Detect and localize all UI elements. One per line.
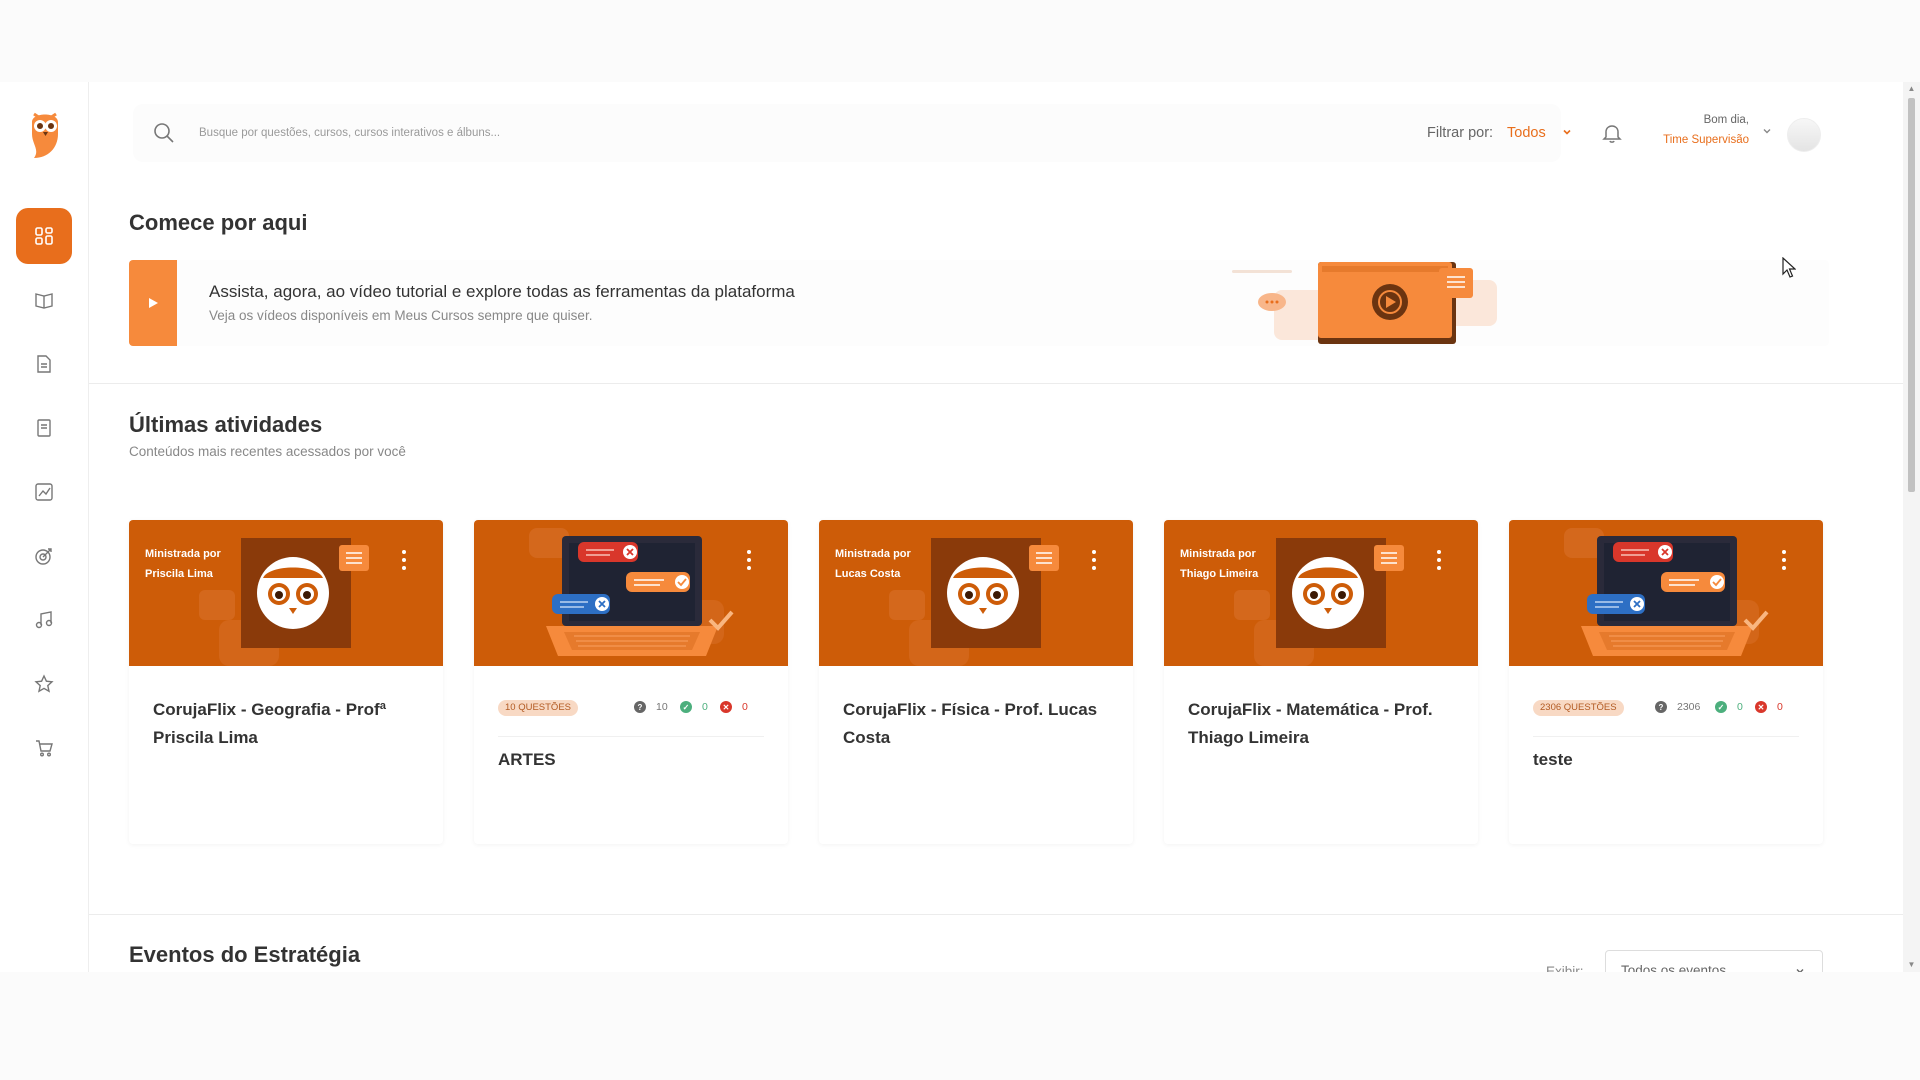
card-thumbnail: Ministrada por Lucas Costa bbox=[819, 520, 1133, 666]
section-title-activities: Últimas atividades bbox=[129, 412, 323, 437]
cart-icon bbox=[36, 740, 53, 757]
card-divider bbox=[498, 736, 764, 737]
chevron-down-icon bbox=[1796, 969, 1804, 972]
section-title-start: Comece por aqui bbox=[129, 210, 308, 235]
card-thumbnail bbox=[474, 520, 788, 666]
nav-dashboard[interactable] bbox=[16, 208, 72, 264]
app-window: Filtrar por: Todos Bom dia, Time Supervi… bbox=[0, 82, 1920, 972]
target-icon bbox=[35, 548, 52, 565]
filter-label: Filtrar por: bbox=[1427, 125, 1494, 141]
tutorial-subtitle: Veja os vídeos disponíveis em Meus Curso… bbox=[209, 308, 593, 323]
section-title-events: Eventos do Estratégia bbox=[129, 942, 361, 967]
stat-total: ? 2306 bbox=[1655, 701, 1700, 713]
question-icon: ? bbox=[634, 701, 646, 713]
bell-icon[interactable] bbox=[1601, 122, 1623, 144]
tutorial-banner[interactable]: Assista, agora, ao vídeo tutorial e expl… bbox=[129, 260, 1829, 346]
activity-card-course[interactable]: Ministrada por Lucas Costa CorujaFlix - … bbox=[819, 520, 1133, 844]
owl-logo-icon[interactable] bbox=[26, 108, 64, 160]
notebook-icon bbox=[37, 419, 51, 437]
activity-card-course[interactable]: Ministrada por Thiago Limeira CorujaFlix… bbox=[1164, 520, 1478, 844]
question-count-badge: 10 QUESTÕES bbox=[498, 700, 578, 716]
chevron-down-icon[interactable] bbox=[1561, 126, 1573, 138]
nav-performance[interactable] bbox=[16, 464, 72, 520]
card-teacher-name: Priscila Lima bbox=[145, 568, 213, 580]
scroll-down-icon[interactable]: ▼ bbox=[1907, 960, 1916, 969]
nav-goals[interactable] bbox=[16, 528, 72, 584]
sidebar bbox=[0, 82, 89, 972]
nav-documents[interactable] bbox=[16, 336, 72, 392]
card-thumbnail: Ministrada por Priscila Lima bbox=[129, 520, 443, 666]
card-title: CorujaFlix - Física - Prof. Lucas Costa bbox=[843, 700, 1098, 747]
search-input[interactable] bbox=[199, 123, 899, 143]
activity-card-course[interactable]: Ministrada por Priscila Lima CorujaFlix … bbox=[129, 520, 443, 844]
card-thumbnail: Ministrada por Thiago Limeira bbox=[1164, 520, 1478, 666]
main-content: Filtrar por: Todos Bom dia, Time Supervi… bbox=[89, 82, 1903, 972]
activity-card-quiz[interactable]: 2306 QUESTÕES ? 2306 ✓ 0 ✕ 0 teste bbox=[1509, 520, 1823, 844]
nav-courses[interactable] bbox=[16, 272, 72, 328]
check-icon: ✓ bbox=[1715, 701, 1727, 713]
greeting-text: Bom dia, bbox=[1703, 114, 1749, 126]
events-filter-label: Exibir: bbox=[1546, 964, 1584, 972]
close-icon: ✕ bbox=[720, 701, 732, 713]
card-thumbnail bbox=[1509, 520, 1823, 666]
quiz-stats: 2306 QUESTÕES ? 2306 ✓ 0 ✕ 0 bbox=[1533, 700, 1803, 720]
question-icon: ? bbox=[1655, 701, 1667, 713]
avatar[interactable] bbox=[1787, 118, 1821, 152]
tutorial-play-button[interactable] bbox=[129, 260, 177, 346]
card-teacher-prefix: Ministrada por bbox=[1180, 548, 1256, 560]
nav-notebook[interactable] bbox=[16, 400, 72, 456]
events-filter-select[interactable]: Todos os eventos bbox=[1605, 950, 1823, 972]
search-bar: Filtrar por: Todos bbox=[133, 104, 1571, 162]
more-options-icon[interactable] bbox=[401, 550, 407, 572]
section-subtitle-activities: Conteúdos mais recentes acessados por vo… bbox=[129, 444, 406, 459]
stat-wrong: ✕ 0 bbox=[720, 701, 748, 713]
section-divider bbox=[89, 914, 1903, 915]
nav-albums[interactable] bbox=[16, 592, 72, 648]
card-title: ARTES bbox=[498, 750, 556, 769]
stat-wrong: ✕ 0 bbox=[1755, 701, 1783, 713]
dashboard-icon bbox=[35, 227, 53, 245]
section-divider bbox=[89, 383, 1903, 384]
mouse-cursor-icon bbox=[1782, 257, 1796, 278]
card-teacher-prefix: Ministrada por bbox=[835, 548, 911, 560]
nav-favorites[interactable] bbox=[16, 656, 72, 712]
nav-store[interactable] bbox=[16, 720, 72, 776]
chart-icon bbox=[35, 483, 53, 501]
question-count-badge: 2306 QUESTÕES bbox=[1533, 700, 1624, 716]
card-teacher-name: Thiago Limeira bbox=[1180, 568, 1259, 580]
check-icon: ✓ bbox=[680, 701, 692, 713]
card-title: teste bbox=[1533, 750, 1573, 769]
activity-card-quiz[interactable]: 10 QUESTÕES ? 10 ✓ 0 ✕ 0 ARTES bbox=[474, 520, 788, 844]
stat-correct: ✓ 0 bbox=[680, 701, 708, 713]
card-teacher-prefix: Ministrada por bbox=[145, 548, 221, 560]
scroll-up-icon[interactable]: ▲ bbox=[1907, 84, 1916, 93]
card-title: CorujaFlix - Geografia - Profª Priscila … bbox=[153, 700, 386, 747]
scrollbar-thumb[interactable] bbox=[1908, 98, 1915, 492]
card-title: CorujaFlix - Matemática - Prof. Thiago L… bbox=[1188, 700, 1433, 747]
card-divider bbox=[1533, 736, 1799, 737]
card-teacher-name: Lucas Costa bbox=[835, 568, 901, 580]
close-icon: ✕ bbox=[1755, 701, 1767, 713]
document-icon bbox=[37, 355, 51, 373]
user-name[interactable]: Time Supervisão bbox=[1649, 134, 1749, 146]
events-filter-value: Todos os eventos bbox=[1621, 963, 1727, 972]
quiz-stats: 10 QUESTÕES ? 10 ✓ 0 ✕ 0 bbox=[498, 700, 768, 720]
stat-total: ? 10 bbox=[634, 701, 668, 713]
more-options-icon[interactable] bbox=[746, 550, 752, 572]
tutorial-title: Assista, agora, ao vídeo tutorial e expl… bbox=[209, 282, 795, 301]
book-icon bbox=[35, 293, 53, 309]
search-icon[interactable] bbox=[153, 122, 175, 144]
more-options-icon[interactable] bbox=[1436, 550, 1442, 572]
more-options-icon[interactable] bbox=[1781, 550, 1787, 572]
star-icon bbox=[34, 674, 54, 693]
filter-dropdown[interactable]: Todos bbox=[1507, 125, 1546, 141]
video-illustration-icon bbox=[1232, 262, 1497, 344]
chevron-down-icon[interactable] bbox=[1761, 125, 1773, 137]
stat-correct: ✓ 0 bbox=[1715, 701, 1743, 713]
music-icon bbox=[35, 611, 53, 629]
play-icon bbox=[149, 298, 158, 308]
scrollbar[interactable]: ▲ ▼ bbox=[1903, 82, 1920, 972]
more-options-icon[interactable] bbox=[1091, 550, 1097, 572]
